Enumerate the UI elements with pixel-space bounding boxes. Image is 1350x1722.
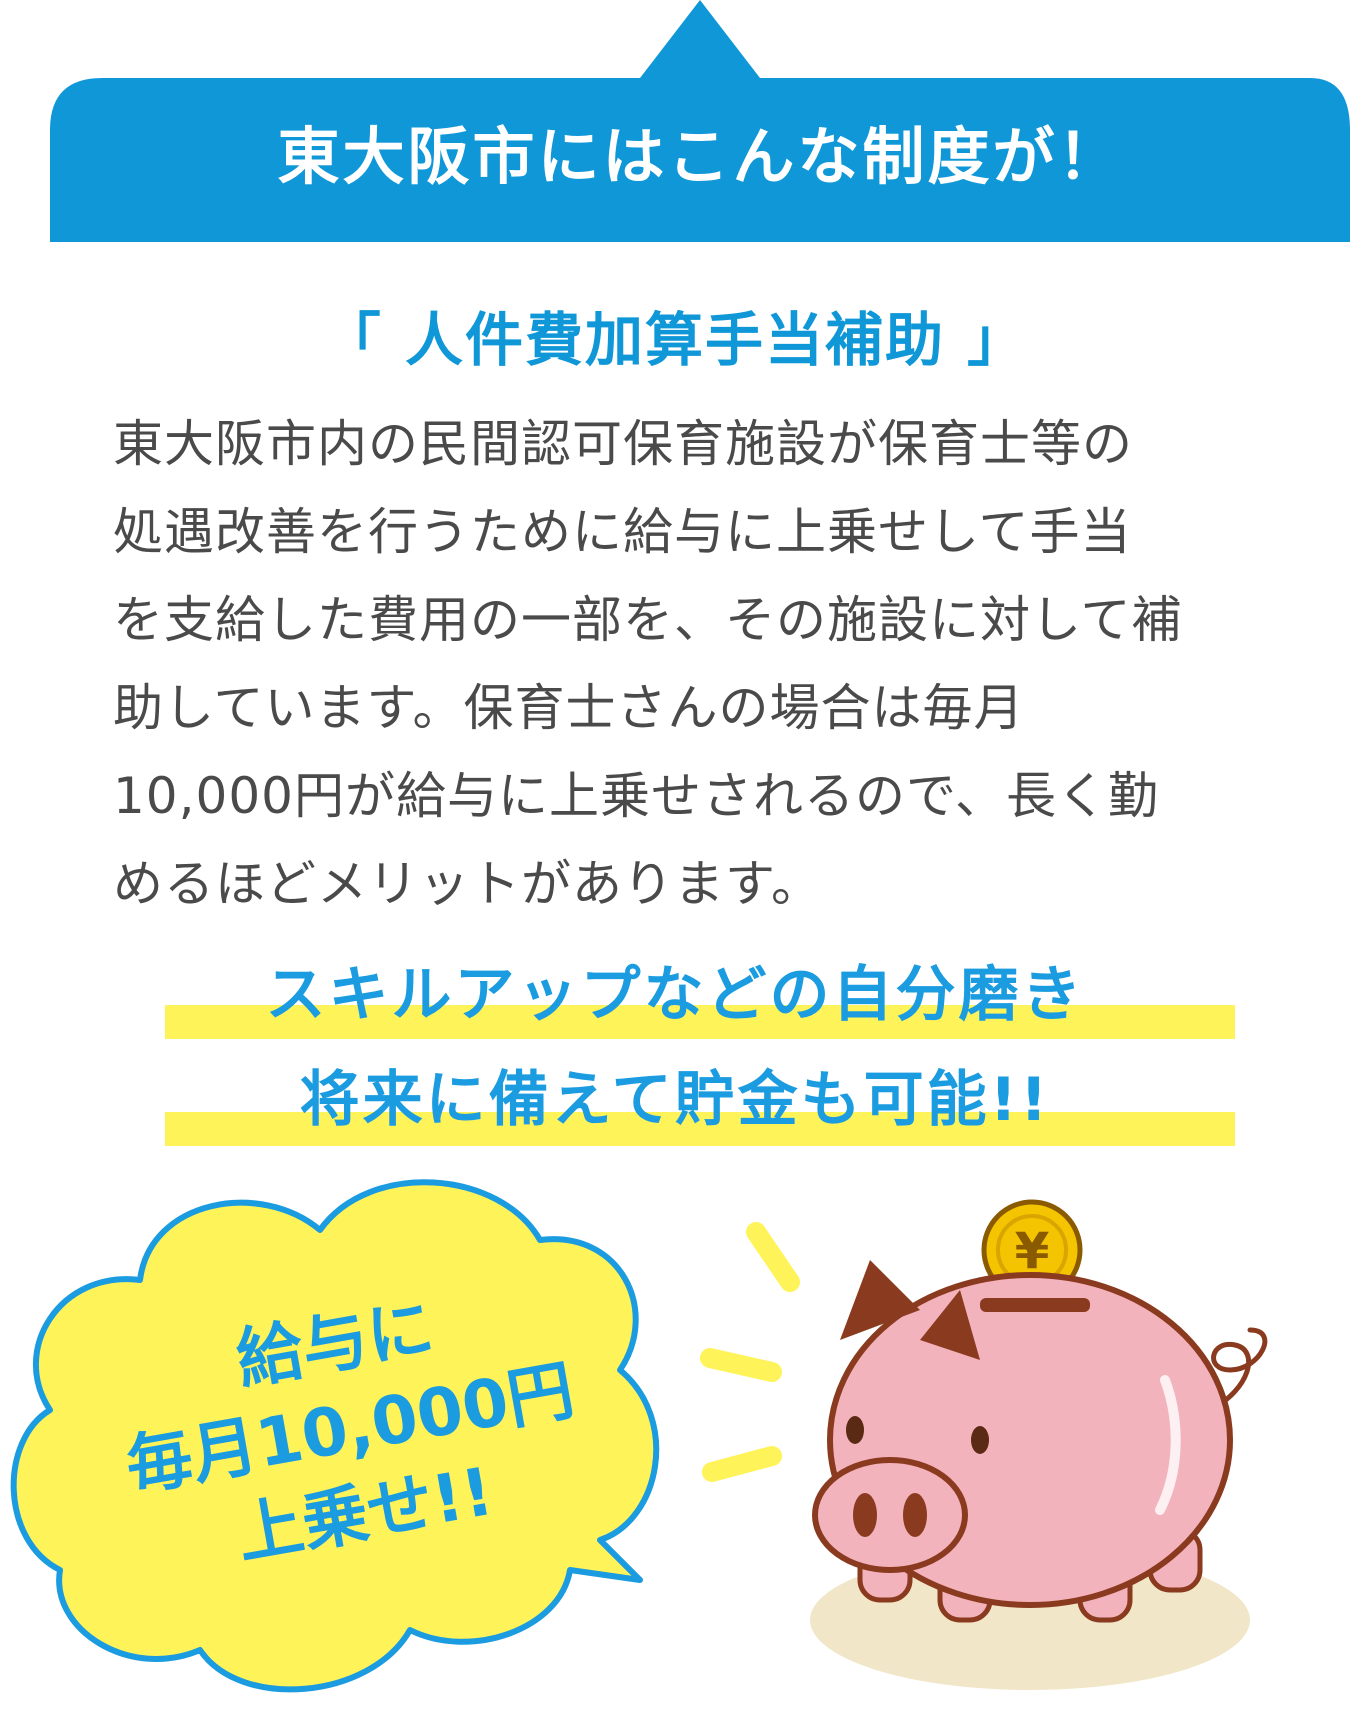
subsidy-title: 「 人件費加算手当補助 」	[322, 306, 1028, 374]
description-text: 東大阪市内の民間認可保育施設が保育士等の 処遇改善を行うために給与に上乗せして手…	[113, 415, 1183, 913]
yen-symbol: ¥	[1015, 1222, 1050, 1280]
piggy-bank-icon: ¥	[810, 1199, 1268, 1690]
header-title: 東大阪市にはこんな制度が！	[277, 120, 1123, 193]
header-banner: 東大阪市にはこんな制度が！	[50, 0, 1350, 242]
highlight-text-1: スキルアップなどの自分磨き	[265, 960, 1085, 1030]
highlight-text-2: 将来に備えて貯金も可能!!	[299, 1065, 1051, 1135]
